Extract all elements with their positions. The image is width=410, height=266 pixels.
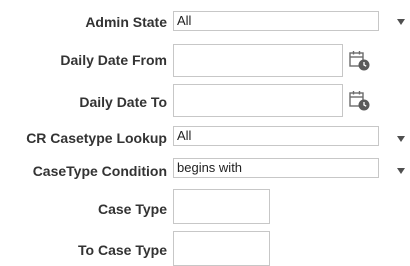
to-case-type-label: To Case Type bbox=[78, 242, 167, 258]
case-type-label: Case Type bbox=[98, 201, 167, 217]
daily-date-from-label: Daily Date From bbox=[60, 52, 167, 68]
chevron-down-icon[interactable] bbox=[397, 168, 405, 174]
to-case-type-input[interactable] bbox=[173, 231, 270, 266]
admin-state-label: Admin State bbox=[85, 14, 167, 30]
cr-casetype-lookup-label: CR Casetype Lookup bbox=[26, 130, 167, 146]
daily-date-from-input[interactable] bbox=[173, 44, 343, 77]
casetype-condition-label: CaseType Condition bbox=[32, 163, 167, 179]
casetype-condition-select[interactable]: begins with bbox=[173, 158, 379, 178]
cr-casetype-lookup-select[interactable]: All bbox=[173, 126, 379, 146]
daily-date-to-label: Daily Date To bbox=[79, 94, 167, 110]
admin-state-select[interactable]: All bbox=[173, 11, 379, 31]
chevron-down-icon[interactable] bbox=[397, 19, 405, 25]
calendar-clock-icon[interactable] bbox=[349, 90, 371, 112]
calendar-clock-icon[interactable] bbox=[349, 50, 371, 72]
case-type-input[interactable] bbox=[173, 189, 270, 224]
chevron-down-icon[interactable] bbox=[397, 136, 405, 142]
daily-date-to-input[interactable] bbox=[173, 84, 343, 117]
